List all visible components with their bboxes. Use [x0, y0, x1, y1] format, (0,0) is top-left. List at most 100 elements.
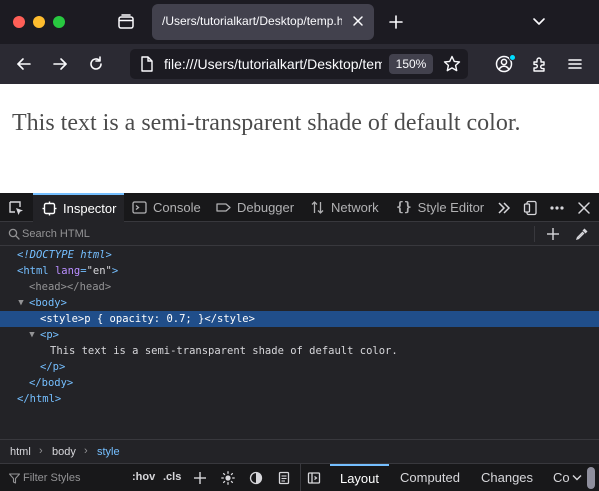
bookmark-star-icon[interactable]	[442, 54, 462, 74]
dock-side-icon[interactable]	[523, 200, 539, 216]
search-html-input[interactable]	[22, 226, 522, 242]
dark-scheme-moon-icon[interactable]	[249, 471, 263, 485]
debugger-icon	[216, 203, 231, 212]
zoom-indicator[interactable]: 150%	[389, 54, 433, 74]
close-devtools-icon[interactable]	[576, 200, 592, 216]
toggle-sidebar-icon[interactable]	[307, 471, 321, 485]
tab-inspector[interactable]: Inspector	[33, 193, 124, 222]
add-node-icon[interactable]	[546, 227, 560, 241]
search-icon	[8, 228, 20, 240]
lang-attr-name: lang	[54, 265, 81, 277]
markup-search-row	[0, 222, 599, 246]
tab-changes[interactable]: Changes	[481, 464, 533, 491]
notification-dot	[509, 54, 516, 61]
html-close-tag: </html>	[17, 393, 62, 405]
breadcrumb-html[interactable]: html	[10, 446, 31, 458]
rules-toolbar: :hov .cls	[0, 463, 599, 491]
firefox-view-icon[interactable]	[116, 12, 136, 32]
breadcrumb-style[interactable]: style	[97, 446, 120, 458]
tree-node-body-close[interactable]: </body>	[0, 375, 599, 391]
minimize-window-button[interactable]	[33, 16, 45, 28]
add-rule-icon[interactable]	[193, 471, 207, 485]
inspector-icon	[42, 201, 57, 216]
html-tag-name: <html	[17, 265, 49, 277]
tab-console-label: Console	[153, 200, 201, 215]
style-editor-braces-icon: {}	[396, 200, 412, 215]
new-tab-icon[interactable]	[386, 12, 406, 32]
more-tools-chevrons-icon[interactable]	[496, 200, 512, 216]
extensions-puzzle-icon[interactable]	[530, 54, 550, 74]
tab-console[interactable]: Console	[132, 193, 201, 222]
tree-node-text[interactable]: This text is a semi-transparent shade of…	[0, 343, 599, 359]
style-open-tag: <style>	[40, 313, 85, 325]
tree-node-head[interactable]: <head></head>	[0, 279, 599, 295]
address-bar[interactable]: file:///Users/tutorialkart/Desktop/temp.…	[130, 49, 468, 79]
devtools-toolbar: Inspector Console Debugger Network {} St…	[0, 193, 599, 222]
scrollbar-thumb[interactable]	[587, 467, 595, 489]
html-tag-bracket: >	[111, 265, 119, 277]
tree-node-html-close[interactable]: </html>	[0, 391, 599, 407]
tab-bar: /Users/tutorialkart/Desktop/temp.html	[0, 0, 599, 44]
console-icon	[132, 201, 147, 214]
navigation-bar: file:///Users/tutorialkart/Desktop/temp.…	[0, 44, 599, 84]
light-scheme-sun-icon[interactable]	[221, 471, 235, 485]
element-picker-icon[interactable]	[8, 200, 24, 216]
chevron-down-icon[interactable]	[530, 13, 548, 31]
chevron-right-icon: ›	[84, 445, 88, 457]
tab-layout[interactable]: Layout	[330, 464, 389, 491]
breadcrumb: html › body › style	[0, 439, 599, 463]
chevron-down-icon[interactable]	[572, 474, 582, 482]
hover-state-toggle[interactable]: :hov	[132, 471, 155, 483]
expand-triangle-icon[interactable]: ▼	[27, 327, 37, 343]
hamburger-menu-icon[interactable]	[565, 54, 585, 74]
tab-style-editor-label: Style Editor	[417, 200, 485, 215]
back-arrow-icon[interactable]	[14, 54, 34, 74]
lang-attr-value: "en"	[86, 265, 112, 277]
tab-title: /Users/tutorialkart/Desktop/temp.html	[162, 14, 342, 28]
chevron-right-icon: ›	[39, 445, 43, 457]
style-node: <style>p { opacity: 0.7; }</style>	[40, 311, 255, 327]
style-content: p { opacity: 0.7; }	[84, 313, 205, 325]
class-toggle[interactable]: .cls	[163, 471, 181, 483]
tree-node-doctype[interactable]: <!DOCTYPE html>	[0, 247, 599, 263]
close-tab-icon[interactable]	[350, 13, 366, 29]
tab-debugger-label: Debugger	[237, 200, 295, 215]
eyedropper-icon[interactable]	[575, 227, 589, 241]
head-tag: <head></head>	[29, 281, 112, 293]
tree-node-p[interactable]: ▼ <p>	[0, 327, 599, 343]
search-separator	[534, 226, 535, 242]
p-open-tag: <p>	[40, 329, 59, 341]
tree-node-html[interactable]: <html lang="en">	[0, 263, 599, 279]
tab-computed[interactable]: Computed	[400, 464, 460, 491]
network-arrows-icon	[311, 201, 324, 214]
more-options-icon[interactable]	[549, 200, 565, 216]
maximize-window-button[interactable]	[53, 16, 65, 28]
browser-tab[interactable]: /Users/tutorialkart/Desktop/temp.html	[152, 4, 374, 40]
tree-node-body[interactable]: ▼ <body>	[0, 295, 599, 311]
tab-style-editor[interactable]: {} Style Editor	[396, 193, 484, 222]
tab-inspector-label: Inspector	[63, 201, 117, 216]
url-text[interactable]: file:///Users/tutorialkart/Desktop/temp.…	[164, 56, 382, 72]
p-text-node: This text is a semi-transparent shade of…	[50, 345, 398, 357]
page-file-icon	[141, 56, 153, 72]
tree-node-style-selected[interactable]: <style>p { opacity: 0.7; }</style>	[0, 311, 599, 327]
expand-triangle-icon[interactable]: ▼	[16, 295, 26, 311]
tab-network[interactable]: Network	[310, 193, 379, 222]
breadcrumb-body[interactable]: body	[52, 446, 76, 458]
filter-styles-input[interactable]	[23, 470, 123, 486]
style-close-tag: </style>	[204, 313, 255, 325]
tab-network-label: Network	[331, 200, 379, 215]
tab-debugger[interactable]: Debugger	[216, 193, 294, 222]
p-close-tag: </p>	[40, 361, 66, 373]
panel-divider	[300, 464, 301, 491]
page-paragraph: This text is a semi-transparent shade of…	[12, 110, 521, 136]
reload-icon[interactable]	[86, 54, 106, 74]
tree-node-p-close[interactable]: </p>	[0, 359, 599, 375]
close-window-button[interactable]	[13, 16, 25, 28]
body-close-tag: </body>	[29, 377, 74, 389]
tab-compatibility[interactable]: Co	[553, 464, 570, 491]
page-viewport: This text is a semi-transparent shade of…	[0, 84, 599, 193]
print-simulation-icon[interactable]	[277, 471, 291, 485]
html-open-tag: <html lang="en">	[17, 265, 119, 277]
forward-arrow-icon[interactable]	[50, 54, 70, 74]
